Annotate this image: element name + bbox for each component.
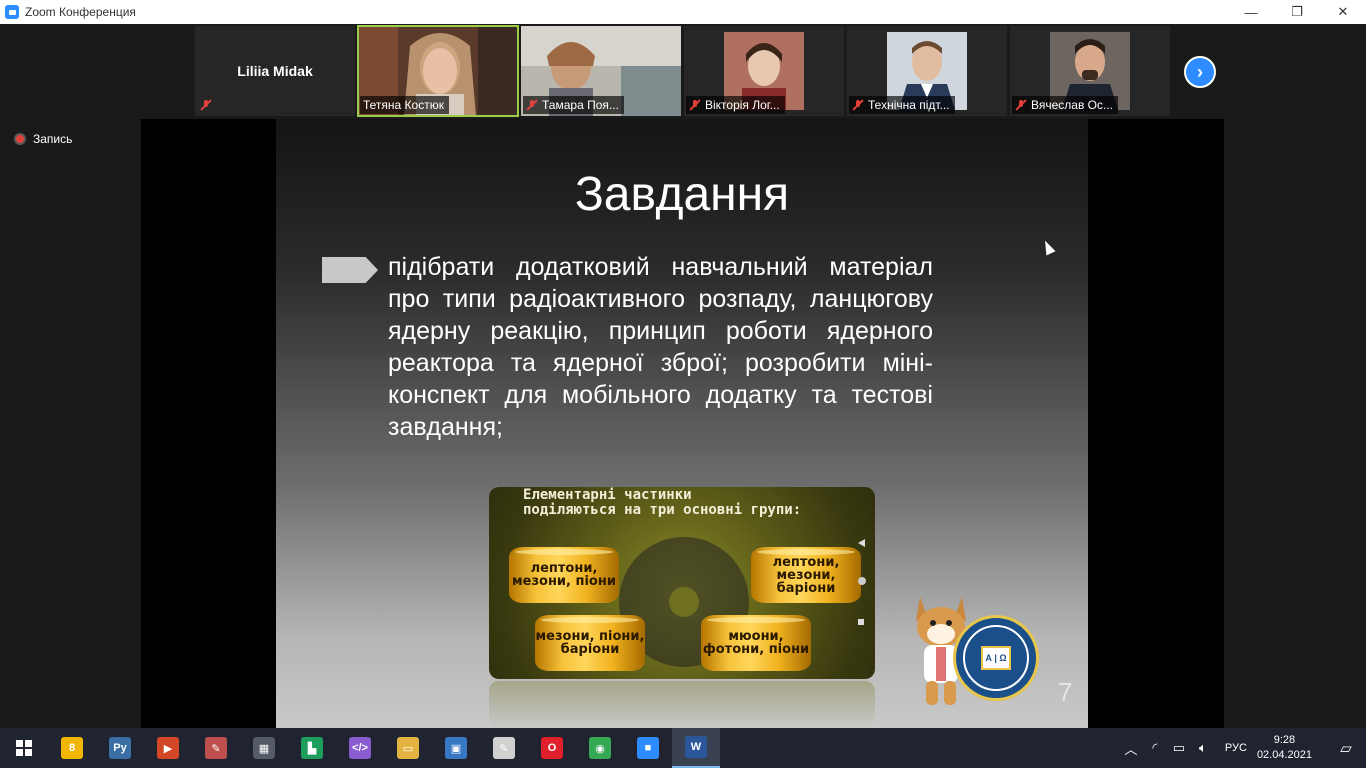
app-glyph: O [541,737,563,759]
taskbar-apps: 8 Py ▶ ✎ ▦ ▙ </> ▭ ▣ ✎ O ◉ ■ W [48,728,720,768]
next-page-button[interactable]: › [1184,56,1216,88]
participant-name: Технічна підт... [868,98,950,112]
slide-page-number: 7 [1058,677,1073,707]
participant-label: Технічна підт... [849,96,955,114]
close-button[interactable]: ✕ [1320,0,1366,24]
window-title-bar: Zoom Конференция — ❐ ✕ [0,0,1366,24]
geogebra-app-icon[interactable]: ▙ [288,728,336,768]
start-button[interactable] [0,728,48,768]
participant-label: Тамара Поя... [523,96,624,114]
answer-barrel: мюони, фотони, піони [701,615,811,671]
answer-barrel: мезони, піони, баріони [535,615,645,671]
window-controls: — ❐ ✕ [1228,0,1366,24]
stop-icon [858,619,864,625]
app-glyph: </> [349,737,371,759]
code-app-icon[interactable]: </> [336,728,384,768]
language-indicator[interactable]: РУС [1225,742,1247,754]
mic-muted-icon [1015,99,1027,111]
battery-icon[interactable]: ▭ [1167,740,1191,756]
opera-app-icon[interactable]: O [528,728,576,768]
mic-muted-icon [852,99,864,111]
taskbar: 8 Py ▶ ✎ ▦ ▙ </> ▭ ▣ ✎ O ◉ ■ W ︿ ◜ ▭ 🔈︎ РУС 9:28 02.0… [0,728,1366,768]
app-glyph: ◉ [589,737,611,759]
participant-name: Вікторія Лог... [705,98,780,112]
wifi-icon[interactable]: ◜ [1143,740,1167,756]
minimize-button[interactable]: — [1228,0,1274,24]
system-tray: ︿ ◜ ▭ 🔈︎ РУС 9:28 02.04.2021 ▱ [1119,728,1366,768]
participant-label: Вікторія Лог... [686,96,785,114]
app-glyph: ▣ [445,737,467,759]
participant-label [197,96,221,114]
mic-muted-icon [526,99,538,111]
answer-barrel: лептони, мезони, баріони [751,547,861,603]
app-glyph: ▶ [157,737,179,759]
media-app-icon[interactable]: ▶ [144,728,192,768]
participant-tile[interactable]: Тамара Поя... [521,26,681,116]
mic-muted-icon [689,99,701,111]
particles-image: Елементарні частинки поділяються на три … [489,487,875,679]
participant-tile[interactable]: Технічна підт... [847,26,1007,116]
participant-name: Вячеслав Ос... [1031,98,1114,112]
participant-tile[interactable]: Вячеслав Ос... [1010,26,1170,116]
window-title: Zoom Конференция [25,5,136,19]
explorer-app-icon[interactable]: ▭ [384,728,432,768]
recording-label: Запись [33,132,73,146]
participant-tile[interactable]: Liliia Midak [195,26,355,116]
volume-icon[interactable]: 🔈︎ [1191,740,1215,756]
chevron-up-icon[interactable]: ︿ [1119,739,1143,758]
zoom-logo-icon [5,5,19,19]
sticky-app-icon[interactable]: 8 [48,728,96,768]
app-glyph: Py [109,737,131,759]
circle-control-icon [858,577,866,585]
slide-title: Завдання [574,168,790,221]
app-glyph: 8 [61,737,83,759]
windows-logo-icon [16,740,32,756]
radiation-center [669,587,699,617]
app-glyph: ▙ [301,737,323,759]
app-glyph: ✎ [493,737,515,759]
app-glyph: ■ [637,737,659,759]
participant-name: Тетяна Костюк [363,98,444,112]
answer-barrel: лептони, мезони, піони [509,547,619,603]
python-app-icon[interactable]: Py [96,728,144,768]
image-reflection [489,681,875,728]
play-back-icon [858,539,865,547]
mic-muted-icon [200,99,212,111]
chrome-app-icon[interactable]: ◉ [576,728,624,768]
app-glyph: ✎ [205,737,227,759]
calculator-app-icon[interactable]: ▦ [240,728,288,768]
image-caption: Елементарні частинки поділяються на три … [523,487,802,518]
shared-screen: Завдання підібрати додатковий навчальний… [141,119,1224,728]
app-glyph: ▦ [253,737,275,759]
editor-app-icon[interactable]: ✎ [480,728,528,768]
participant-tile[interactable]: Тетяна Костюк [357,25,519,117]
chevron-right-icon: › [1197,61,1203,82]
word-app-icon[interactable]: W [672,728,720,768]
paint-app-icon[interactable]: ✎ [192,728,240,768]
meeting-area: Liliia Midak Тетяна Костюк Тамара Поя... [0,24,1366,728]
clock[interactable]: 9:28 02.04.2021 [1257,733,1312,763]
university-seal-icon: Α | Ω [953,615,1039,701]
app-glyph: ▭ [397,737,419,759]
participant-label: Тетяна Костюк [360,96,449,114]
participant-tile[interactable]: Вікторія Лог... [684,26,844,116]
presentation-slide: Завдання підібрати додатковий навчальний… [276,119,1088,728]
zoom-app-icon[interactable]: ■ [624,728,672,768]
recording-indicator[interactable]: Запись [14,132,72,146]
save-app-icon[interactable]: ▣ [432,728,480,768]
participant-label: Вячеслав Ос... [1012,96,1119,114]
restore-button[interactable]: ❐ [1274,0,1320,24]
participant-name: Тамара Поя... [542,98,619,112]
app-glyph: W [685,736,707,758]
slide-bullet-text: підібрати додатковий навчальний матеріал… [388,253,933,441]
notification-icon[interactable]: ▱ [1326,739,1366,757]
record-icon [14,133,26,145]
bullet-arrow-icon [322,257,378,283]
